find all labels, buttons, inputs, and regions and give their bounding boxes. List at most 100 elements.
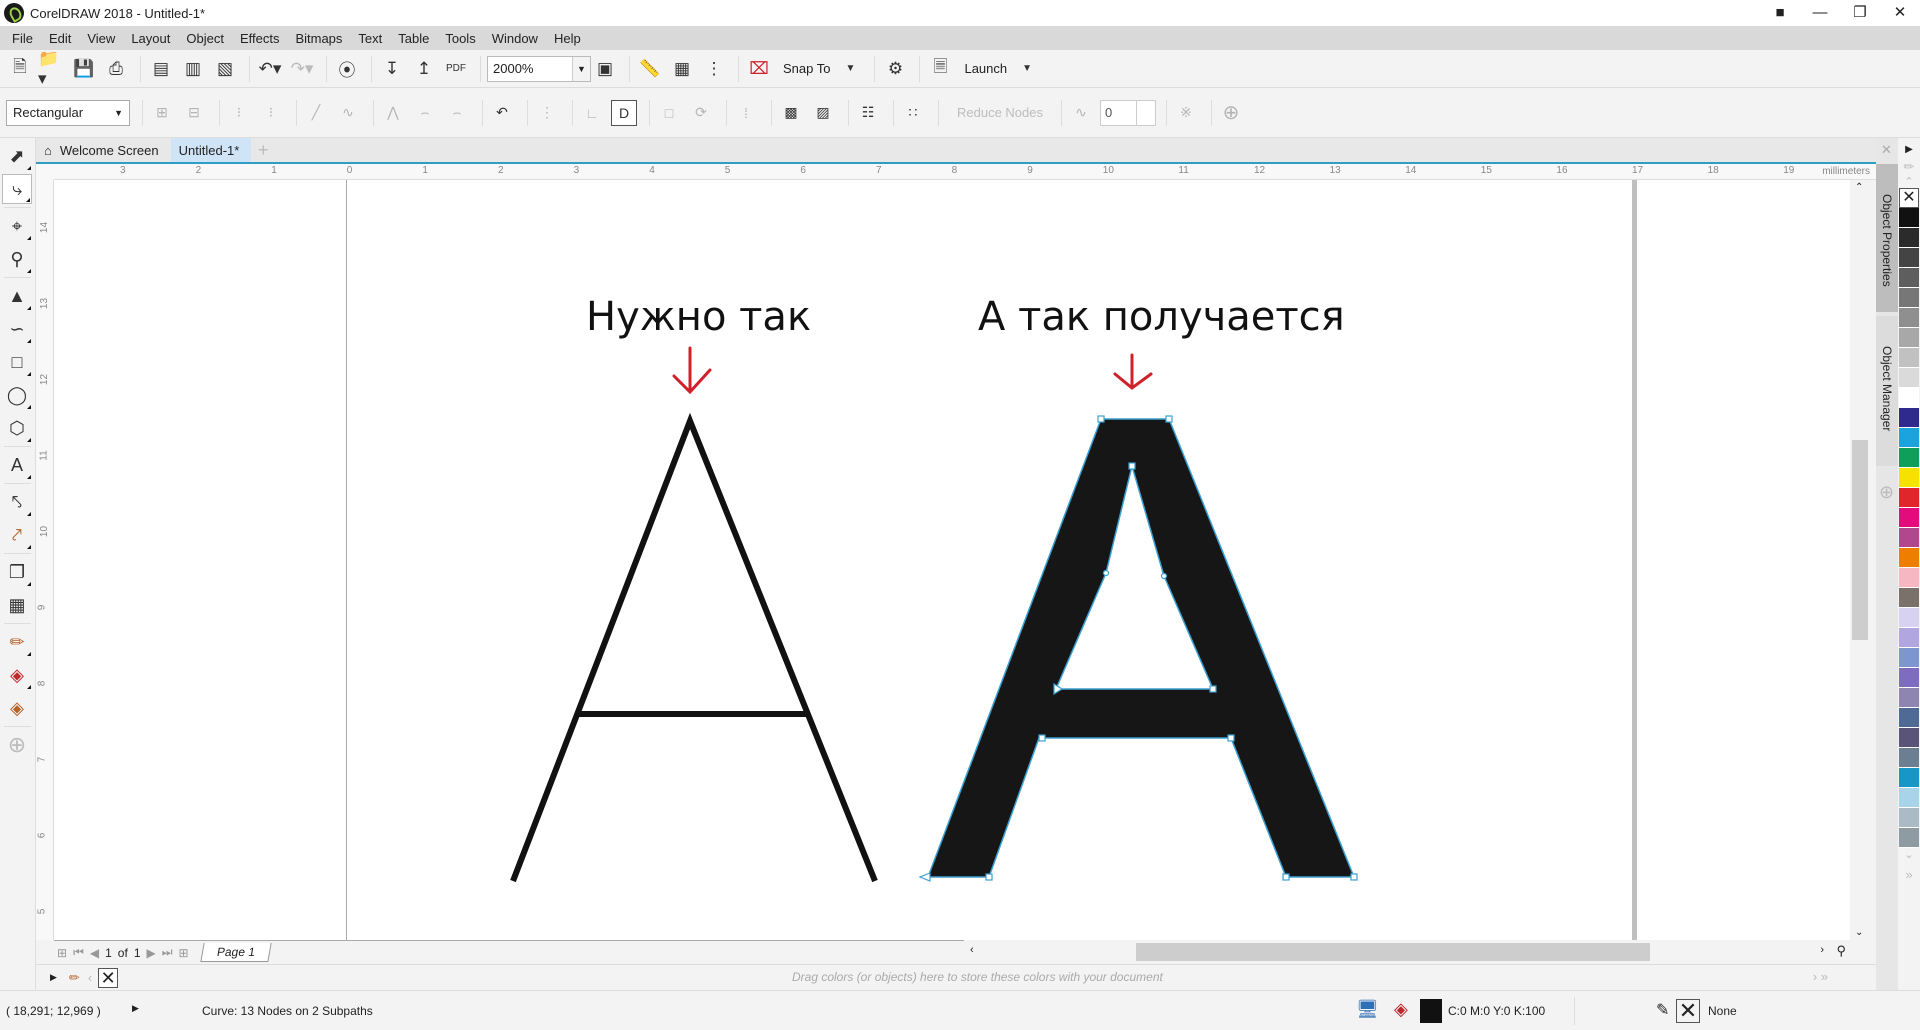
- page-tab[interactable]: Page 1: [199, 943, 272, 962]
- color-swatch[interactable]: [1899, 828, 1919, 848]
- menu-effects[interactable]: Effects: [240, 31, 280, 46]
- menu-edit[interactable]: Edit: [49, 31, 71, 46]
- menu-layout[interactable]: Layout: [131, 31, 170, 46]
- color-swatch[interactable]: [1899, 708, 1919, 728]
- reverse-direction-icon[interactable]: ↶: [489, 100, 515, 126]
- new-tab-icon[interactable]: +: [251, 138, 275, 162]
- no-color-swatch[interactable]: ✕: [1899, 188, 1919, 208]
- first-page-icon[interactable]: ⏮: [73, 945, 84, 960]
- color-swatch[interactable]: [1899, 768, 1919, 788]
- horizontal-scroll-thumb[interactable]: [1136, 943, 1650, 961]
- palette-menu-icon[interactable]: ▶: [1898, 144, 1920, 155]
- extend-curve-icon[interactable]: ⋮: [534, 100, 560, 126]
- no-color-swatch[interactable]: ✕: [98, 967, 119, 988]
- horizontal-scrollbar[interactable]: ‹ › ⚲: [964, 940, 1850, 964]
- menu-window[interactable]: Window: [492, 31, 538, 46]
- show-rulers-icon[interactable]: 📏: [636, 55, 664, 83]
- scroll-right-icon[interactable]: ›: [1820, 944, 1824, 956]
- menu-object[interactable]: Object: [186, 31, 224, 46]
- smooth-node-icon[interactable]: ⌢: [412, 100, 438, 126]
- color-swatch[interactable]: [1899, 488, 1919, 508]
- menu-view[interactable]: View: [87, 31, 115, 46]
- color-swatch[interactable]: [1899, 368, 1919, 388]
- rectangle-tool-icon[interactable]: □: [2, 347, 32, 377]
- show-grid-icon[interactable]: ▦: [668, 55, 696, 83]
- convert-to-line-icon[interactable]: ╱: [303, 100, 329, 126]
- polygon-tool-icon[interactable]: ⬡: [2, 413, 32, 443]
- transparency-tool-icon[interactable]: ▦: [2, 590, 32, 620]
- paste-icon[interactable]: ▧: [211, 55, 239, 83]
- mirror-horizontal-icon[interactable]: ▩: [778, 100, 804, 126]
- crop-tool-icon[interactable]: ⌖: [2, 211, 32, 241]
- snap-to-button[interactable]: Snap To: [783, 61, 830, 76]
- add-node-icon[interactable]: ⊞: [149, 100, 175, 126]
- palette-scroll-right-icon[interactable]: › »: [1813, 969, 1828, 984]
- drop-shadow-tool-icon[interactable]: ❐: [2, 557, 32, 587]
- show-guidelines-icon[interactable]: ⋮: [700, 55, 728, 83]
- previous-page-icon[interactable]: ◀: [90, 946, 99, 960]
- shape-tool-icon[interactable]: ⤷: [2, 174, 32, 204]
- freehand-tool-icon[interactable]: ▲: [2, 281, 32, 311]
- copy-icon[interactable]: ▥: [179, 55, 207, 83]
- scroll-left-icon[interactable]: ‹: [970, 944, 974, 956]
- color-swatch[interactable]: [1899, 228, 1919, 248]
- selection-mode-select[interactable]: Rectangular ▼: [6, 99, 130, 126]
- print-icon[interactable]: ⎙: [102, 55, 130, 83]
- close-docker-icon[interactable]: ✕: [1881, 142, 1892, 158]
- eyedropper-tool-icon[interactable]: ✏: [2, 627, 32, 657]
- add-docker-icon[interactable]: ⊕: [1879, 482, 1894, 503]
- color-swatch[interactable]: [1899, 288, 1919, 308]
- break-curve-icon[interactable]: ⁝: [258, 100, 284, 126]
- color-swatch[interactable]: [1899, 588, 1919, 608]
- import-icon[interactable]: ↧: [378, 55, 406, 83]
- horizontal-ruler[interactable]: 3 2 1 0 1 2 3 4 5 6 7 8 9 10 11 12 13 14 15 16 17 18 19 millim…: [54, 162, 1876, 180]
- palette-expand-icon[interactable]: »: [1898, 867, 1920, 882]
- elastic-mode-icon[interactable]: ∷: [900, 100, 926, 126]
- connector-tool-icon[interactable]: ⤤: [2, 520, 32, 550]
- vertical-scroll-thumb[interactable]: [1852, 440, 1868, 640]
- color-swatch[interactable]: [1899, 788, 1919, 808]
- color-swatch[interactable]: [1899, 508, 1919, 528]
- export-icon[interactable]: ↥: [410, 55, 438, 83]
- color-swatch[interactable]: [1899, 528, 1919, 548]
- interactive-fill-tool-icon[interactable]: ◈: [2, 660, 32, 690]
- status-expand-icon[interactable]: ▶: [132, 1003, 139, 1014]
- artistic-media-tool-icon[interactable]: ∽: [2, 314, 32, 344]
- rotate-nodes-icon[interactable]: ⟳: [688, 100, 714, 126]
- zoom-level-select[interactable]: 2000% ▼: [487, 55, 591, 82]
- color-swatch[interactable]: [1899, 208, 1919, 228]
- restore-button[interactable]: ❐: [1840, 0, 1880, 26]
- chevron-down-icon[interactable]: ▼: [836, 55, 864, 83]
- align-nodes-icon[interactable]: ⁞: [733, 100, 759, 126]
- chevron-down-icon[interactable]: ▼: [1013, 55, 1041, 83]
- fill-color-swatch[interactable]: [1420, 999, 1442, 1023]
- palette-scroll-up-icon[interactable]: ⌃: [1898, 175, 1920, 188]
- next-page-icon[interactable]: ▶: [147, 946, 156, 960]
- join-nodes-icon[interactable]: ⁝: [226, 100, 252, 126]
- color-swatch[interactable]: [1899, 568, 1919, 588]
- delete-node-icon[interactable]: ⊟: [181, 100, 207, 126]
- color-swatch[interactable]: [1899, 548, 1919, 568]
- add-page-before-icon[interactable]: ⊞: [57, 946, 67, 960]
- search-content-icon[interactable]: ⦿: [333, 55, 361, 83]
- vertical-scrollbar[interactable]: ⌃ ⌄: [1850, 180, 1870, 940]
- color-swatch[interactable]: [1899, 308, 1919, 328]
- palette-expand-icon[interactable]: ▶: [50, 972, 57, 983]
- full-screen-preview-icon[interactable]: ▣: [591, 55, 619, 83]
- color-swatch[interactable]: [1899, 328, 1919, 348]
- outline-none-swatch[interactable]: ✕: [1676, 999, 1700, 1023]
- open-icon[interactable]: 📁▾: [38, 49, 66, 88]
- menu-file[interactable]: File: [12, 31, 33, 46]
- snap-off-icon[interactable]: ⌧: [745, 55, 773, 83]
- ellipse-tool-icon[interactable]: ◯: [2, 380, 32, 410]
- select-all-nodes-alt-icon[interactable]: ※: [1173, 100, 1199, 126]
- color-swatch[interactable]: [1899, 648, 1919, 668]
- close-button[interactable]: ✕: [1880, 0, 1920, 26]
- reduce-nodes-button[interactable]: Reduce Nodes: [957, 105, 1043, 120]
- color-proofing-icon[interactable]: 🖥: [1356, 999, 1379, 1020]
- color-swatch[interactable]: [1899, 688, 1919, 708]
- symmetrical-node-icon[interactable]: ⌢: [444, 100, 470, 126]
- last-page-icon[interactable]: ⏭: [162, 945, 173, 960]
- convert-to-curve-icon[interactable]: ∿: [335, 100, 361, 126]
- color-swatch[interactable]: [1899, 808, 1919, 828]
